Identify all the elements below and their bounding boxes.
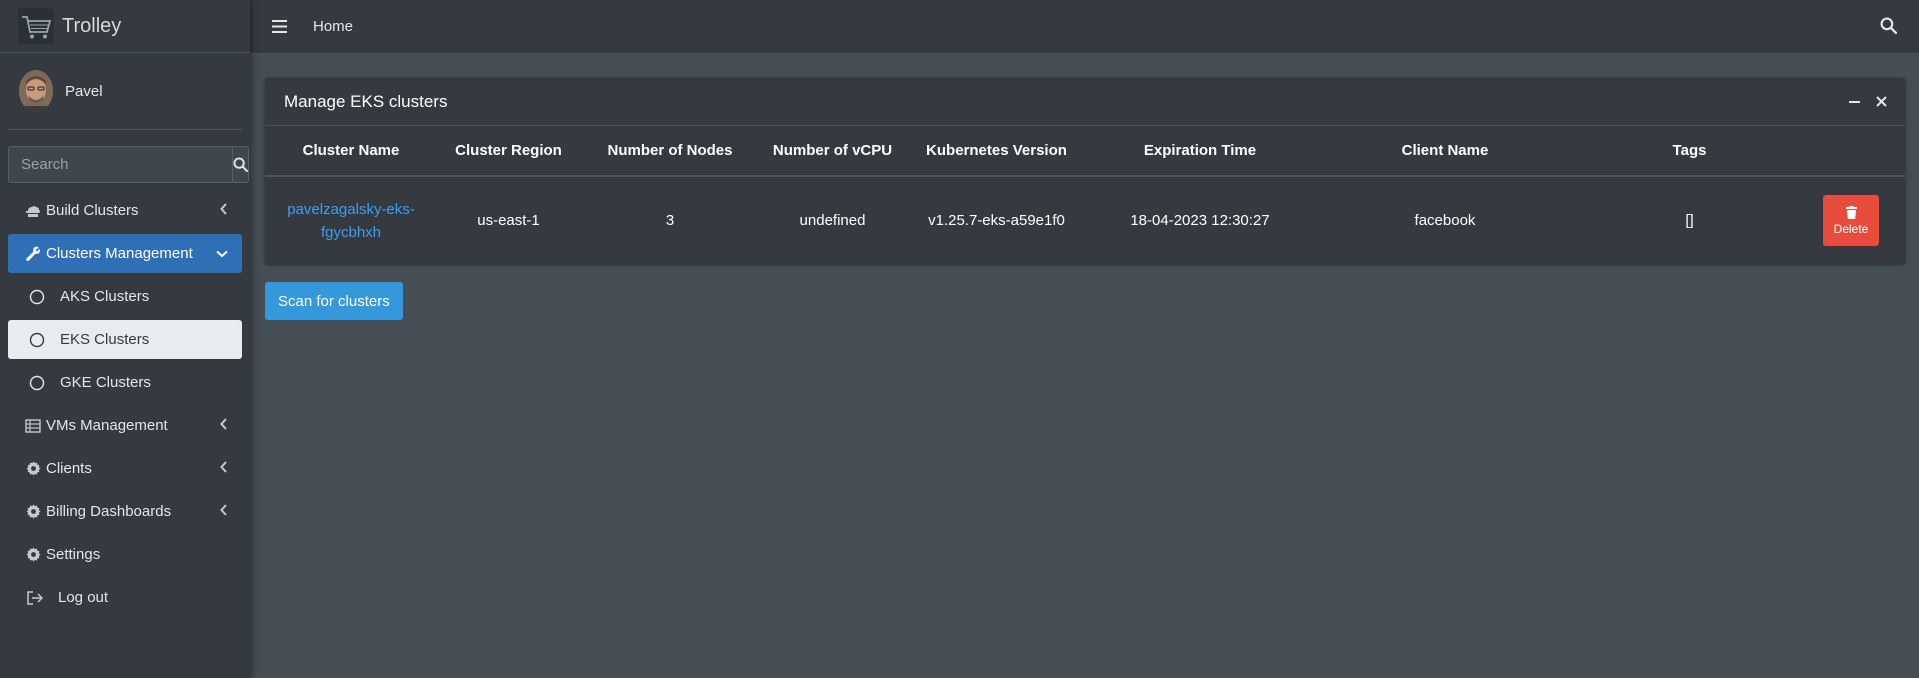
sidebar-search [8,146,249,183]
delete-button[interactable]: Delete [1823,195,1879,246]
chevron-down-icon [216,250,228,258]
topbar: Home [250,0,1919,54]
delete-button-label: Delete [1833,221,1869,236]
circle-icon [28,332,46,348]
wrench-icon [24,246,42,262]
gear-icon [24,547,42,562]
cart-icon [18,8,54,44]
avatar[interactable] [19,70,53,112]
column-header-number-of-vcpu: Number of vCPU [760,126,905,177]
search-input[interactable] [8,146,232,183]
sidebar-item-eks-clusters[interactable]: EKS Clusters [8,320,242,359]
sidebar-item-label: Clients [46,460,92,477]
nav-link-home[interactable]: Home [313,18,353,35]
logout-icon [26,590,44,606]
minimize-icon[interactable] [1849,95,1860,107]
sidebar-item-aks-clusters[interactable]: AKS Clusters [8,277,242,316]
cell-kubernetes-version: v1.25.7-eks-a59e1f0 [928,212,1065,229]
column-header-tags: Tags [1578,126,1801,177]
table-header-row: Cluster Name Cluster Region Number of No… [265,126,1905,177]
hamburger-icon [272,20,287,33]
sidebar-nav: Build Clusters Clusters Management AKS C… [0,191,250,617]
user-panel: Pavel [8,53,242,130]
cell-expiration-time: 18-04-2023 12:30:27 [1130,212,1270,229]
cell-number-of-vcpu: undefined [799,212,866,229]
gear-icon [24,504,42,519]
cell-cluster-region: us-east-1 [477,212,540,229]
cell-actions: Delete [1801,176,1905,264]
eks-clusters-card: Manage EKS clusters Cluster Name Cluster… [265,78,1905,264]
circle-icon [28,375,46,391]
cell-cluster-name: pavelzagalsky-eks-fgycbhxh [265,176,437,264]
user-name[interactable]: Pavel [65,83,103,100]
sidebar-item-build-clusters[interactable]: Build Clusters [8,191,242,230]
sidebar-item-label: Clusters Management [46,245,193,262]
user-photo-icon [19,70,53,112]
cloud-server-icon [24,204,42,218]
brand-link[interactable]: Trolley [0,0,250,53]
card-tools [1849,95,1887,107]
column-header-number-of-nodes: Number of Nodes [580,126,760,177]
navbar-search-button[interactable] [1880,17,1898,39]
sidebar-item-clusters-management[interactable]: Clusters Management [8,234,242,273]
sidebar-item-settings[interactable]: Settings [8,535,242,574]
chevron-left-icon [220,461,227,473]
server-list-icon [24,418,42,433]
column-header-kubernetes-version: Kubernetes Version [905,126,1088,177]
search-button[interactable] [232,146,249,183]
circle-icon [28,289,46,305]
table-row: pavelzagalsky-eks-fgycbhxh us-east-1 3 u… [265,176,1905,264]
brand-name: Trolley [62,14,122,37]
sidebar-item-billing-dashboards[interactable]: Billing Dashboards [8,492,242,531]
cell-tags: [] [1685,212,1694,229]
sidebar-item-label: Log out [58,589,109,606]
chevron-left-icon [220,203,227,215]
sidebar: Trolley Pavel Search Build Clusters Clus… [0,0,250,678]
sidebar-item-label: AKS Clusters [60,288,150,305]
cell-number-of-nodes: 3 [665,212,675,229]
cell-client-name: facebook [1414,212,1476,229]
column-header-cluster-name: Cluster Name [265,126,437,177]
sidebar-item-label: GKE Clusters [60,374,151,391]
cluster-name-link[interactable]: pavelzagalsky-eks-fgycbhxh [287,198,415,244]
scan-for-clusters-button[interactable]: Scan for clusters [265,282,403,320]
card-header: Manage EKS clusters [265,78,1905,126]
main-content: Manage EKS clusters Cluster Name Cluster… [265,78,1905,320]
search-icon [1880,17,1898,35]
trash-icon [1845,205,1857,219]
column-header-cluster-region: Cluster Region [437,126,580,177]
card-title: Manage EKS clusters [284,91,448,111]
column-header-client-name: Client Name [1312,126,1578,177]
chevron-left-icon [220,504,227,516]
close-icon[interactable] [1876,95,1887,107]
sidebar-item-log-out[interactable]: Log out [8,578,242,617]
sidebar-item-gke-clusters[interactable]: GKE Clusters [8,363,242,402]
sidebar-item-label: Build Clusters [46,202,139,219]
sidebar-item-label: EKS Clusters [60,331,150,348]
sidebar-item-label: VMs Management [46,417,168,434]
sidebar-item-label: Billing Dashboards [46,503,172,520]
column-header-actions [1801,126,1905,177]
search-icon [233,157,248,172]
chevron-left-icon [220,418,227,430]
gear-icon [24,461,42,476]
sidebar-item-label: Settings [46,546,101,563]
sidebar-item-clients[interactable]: Clients [8,449,242,488]
column-header-expiration-time: Expiration Time [1088,126,1312,177]
clusters-table: Cluster Name Cluster Region Number of No… [265,126,1905,264]
sidebar-item-vms-management[interactable]: VMs Management [8,406,242,445]
menu-toggle-button[interactable] [272,20,287,33]
